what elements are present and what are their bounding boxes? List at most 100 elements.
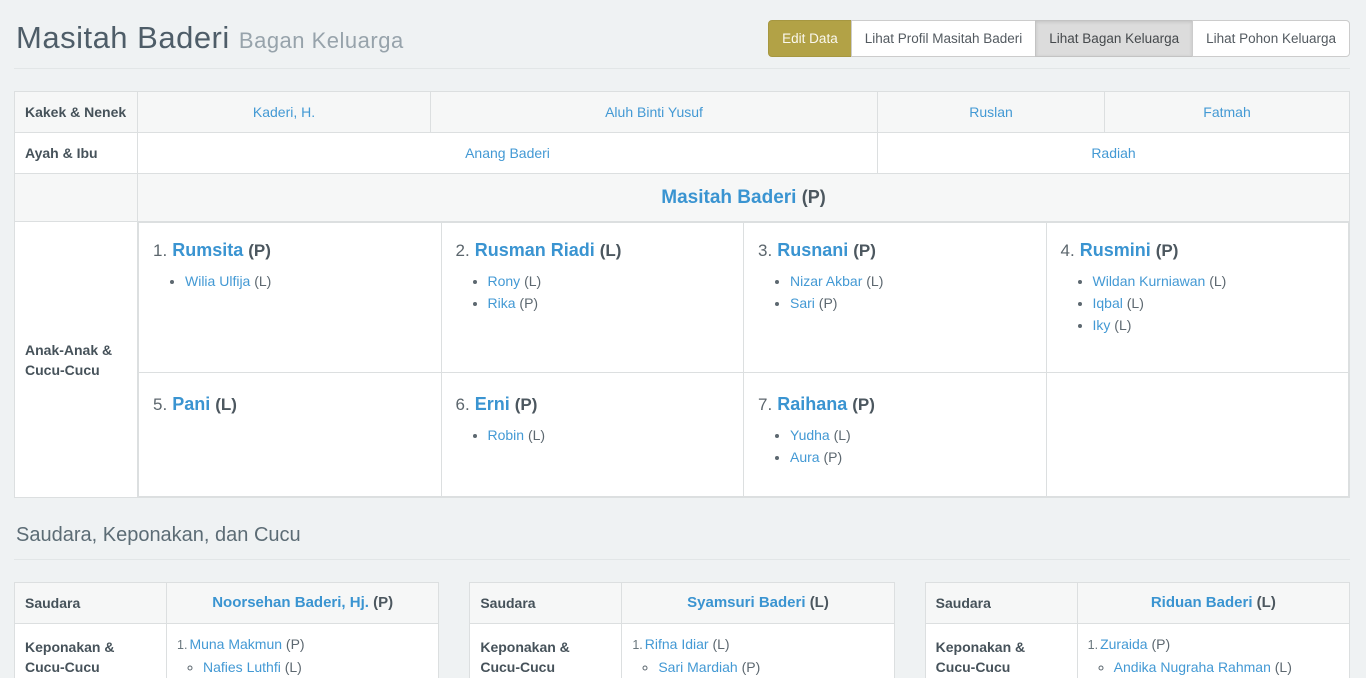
nephew-children-list: Nafies Luthfi (L) [177,657,428,677]
nephew-number: 1. [632,638,642,652]
child-link[interactable]: Rumsita [172,240,243,260]
nephews-label: Keponakan & Cucu-Cucu [470,624,622,678]
grandchild-link[interactable]: Sari [790,295,815,311]
grandparent-link[interactable]: Ruslan [969,104,1013,120]
nephew-children-list: Andika Nugraha Rahman (L) [1088,657,1339,677]
children-cell: 1. Rumsita (P) Wilia Ulfija (L) 2. Rusma… [138,222,1350,498]
grandchild-gender: (L) [834,427,851,443]
grandparent-cell: Kaderi, H. [138,92,431,133]
child-item-empty [1046,373,1349,497]
grandchildren-list: Wildan Kurniawan (L) Iqbal (L) Iky (L) [1061,272,1337,335]
nephew-gender: (P) [1151,636,1170,652]
grandparents-label: Kakek & Nenek [15,92,138,133]
sibling-gender: (L) [1257,594,1276,611]
grandchild-link[interactable]: Nizar Akbar [790,273,862,289]
child-link[interactable]: Rusman Riadi [475,240,595,260]
nephew-child-gender: (L) [1275,659,1292,675]
grandchild-gender: (L) [866,273,883,289]
parents-row: Ayah & Ibu Anang Baderi Radiah [15,133,1350,174]
grandchild-link[interactable]: Robin [488,427,525,443]
self-link[interactable]: Masitah Baderi [661,187,796,208]
nephew-child-link[interactable]: Nafies Luthfi [203,659,281,675]
child-heading: 6. Erni (P) [456,391,732,418]
sibling-card-table: Saudara Syamsuri Baderi (L) Keponakan & … [469,582,894,678]
grandchildren-list: Nizar Akbar (L) Sari (P) [758,272,1034,313]
sibling-link[interactable]: Noorsehan Baderi, Hj. [212,594,369,611]
sibling-label: Saudara [470,583,622,624]
children-row: Anak-Anak & Cucu-Cucu 1. Rumsita (P) Wil… [15,222,1350,498]
grandchild-item: Rony (L) [488,272,732,291]
sibling-link[interactable]: Riduan Baderi [1151,594,1253,611]
father-link[interactable]: Anang Baderi [465,145,550,161]
sibling-name-cell: Noorsehan Baderi, Hj. (P) [167,583,439,624]
grandchild-link[interactable]: Aura [790,449,820,465]
page-subtitle: Bagan Keluarga [239,28,404,53]
child-number: 1. [153,241,167,260]
grandchild-link[interactable]: Rika [488,295,516,311]
child-number: 5. [153,395,167,414]
parents-label: Ayah & Ibu [15,133,138,174]
child-number: 2. [456,241,470,260]
grandchild-item: Wilia Ulfija (L) [185,272,429,291]
grandchild-link[interactable]: Iky [1093,317,1111,333]
nephews-cell: 1.Rifna Idiar (L) Sari Mardiah (P) [622,624,894,678]
grandparent-cell: Fatmah [1105,92,1350,133]
nephew-child-link[interactable]: Andika Nugraha Rahman [1114,659,1271,675]
sibling-link[interactable]: Syamsuri Baderi [687,594,805,611]
sibling-card: Saudara Riduan Baderi (L) Keponakan & Cu… [925,582,1350,678]
sibling-row: Saudara Syamsuri Baderi (L) [470,583,894,624]
sibling-card-table: Saudara Noorsehan Baderi, Hj. (P) Kepona… [14,582,439,678]
child-gender: (P) [248,241,271,260]
grandchild-item: Rika (P) [488,294,732,313]
child-gender: (P) [1156,241,1179,260]
child-link[interactable]: Pani [172,394,210,414]
nephew-gender: (P) [286,636,305,652]
view-profile-button[interactable]: Lihat Profil Masitah Baderi [851,20,1037,57]
view-family-chart-button[interactable]: Lihat Bagan Keluarga [1035,20,1193,57]
child-link[interactable]: Raihana [777,394,847,414]
grandparent-link[interactable]: Fatmah [1203,104,1250,120]
nephew-item: 1.Zuraida (P) Andika Nugraha Rahman (L) [1088,634,1339,677]
child-gender: (P) [853,241,876,260]
siblings-section-heading: Saudara, Keponakan, dan Cucu [14,524,1350,560]
grandchild-link[interactable]: Wilia Ulfija [185,273,250,289]
edit-data-button[interactable]: Edit Data [768,20,852,57]
grandchild-link[interactable]: Yudha [790,427,830,443]
child-gender: (P) [852,395,875,414]
sibling-card: Saudara Noorsehan Baderi, Hj. (P) Kepona… [14,582,439,678]
toolbar: Edit Data Lihat Profil Masitah Baderi Li… [768,20,1350,57]
sibling-name-cell: Syamsuri Baderi (L) [622,583,894,624]
father-cell: Anang Baderi [138,133,878,174]
nephew-child-link[interactable]: Sari Mardiah [658,659,737,675]
grandchildren-list: Robin (L) [456,426,732,445]
child-link[interactable]: Erni [475,394,510,414]
child-link[interactable]: Rusnani [777,240,848,260]
grandchild-link[interactable]: Iqbal [1093,295,1123,311]
grandchild-item: Iky (L) [1093,316,1337,335]
grandparent-link[interactable]: Kaderi, H. [253,104,315,120]
grandchild-item: Aura (P) [790,448,1034,467]
grandchild-link[interactable]: Wildan Kurniawan [1093,273,1206,289]
sibling-label: Saudara [925,583,1077,624]
child-item: 4. Rusmini (P) Wildan Kurniawan (L) Iqba… [1046,223,1349,373]
nephew-child-gender: (L) [285,659,302,675]
nephew-link[interactable]: Zuraida [1100,636,1147,652]
nephews-row: Keponakan & Cucu-Cucu 1.Zuraida (P) Andi… [925,624,1349,678]
grandparent-link[interactable]: Aluh Binti Yusuf [605,104,703,120]
nephew-link[interactable]: Rifna Idiar [645,636,709,652]
child-item: 3. Rusnani (P) Nizar Akbar (L) Sari (P) [744,223,1047,373]
sibling-gender: (L) [810,594,829,611]
nephews-cell: 1.Zuraida (P) Andika Nugraha Rahman (L) [1077,624,1349,678]
view-family-tree-button[interactable]: Lihat Pohon Keluarga [1192,20,1350,57]
mother-link[interactable]: Radiah [1091,145,1135,161]
sibling-card-table: Saudara Riduan Baderi (L) Keponakan & Cu… [925,582,1350,678]
children-grid: 1. Rumsita (P) Wilia Ulfija (L) 2. Rusma… [138,222,1349,497]
child-heading: 7. Raihana (P) [758,391,1034,418]
nephew-child-item: Nafies Luthfi (L) [203,657,428,677]
grandchild-gender: (L) [254,273,271,289]
child-link[interactable]: Rusmini [1080,240,1151,260]
nephew-link[interactable]: Muna Makmun [189,636,282,652]
child-item: 1. Rumsita (P) Wilia Ulfija (L) [139,223,442,373]
grandchild-link[interactable]: Rony [488,273,521,289]
children-label: Anak-Anak & Cucu-Cucu [15,222,138,498]
